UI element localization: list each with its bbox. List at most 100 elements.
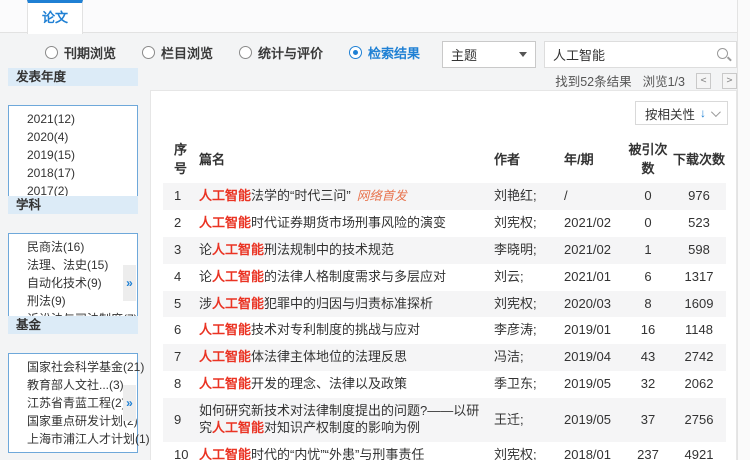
- paper-title-link[interactable]: 人工智能法学的“时代三问”: [199, 188, 351, 203]
- title-text: 体法律主体地位的法理反思: [251, 349, 407, 364]
- search-input[interactable]: [545, 42, 705, 67]
- filter-list: 2021(12)2020(4)2019(15)2018(17)2017(2): [9, 110, 137, 200]
- year-cell: 2019/01: [564, 317, 624, 344]
- author-cell: 刘云;: [494, 264, 564, 291]
- row-number: 9: [163, 398, 199, 442]
- title-text: 论: [199, 242, 212, 257]
- filter-item[interactable]: 2018(17): [9, 164, 137, 182]
- author-cell: 季卫东;: [494, 371, 564, 398]
- paper-title-link[interactable]: 如何研究新技术对法律制度提出的问题?——以研究人工智能对知识产权制度的影响为例: [199, 403, 479, 435]
- paper-title-link[interactable]: 人工智能时代证券期货市场刑事风险的演变: [199, 215, 446, 230]
- filter-item[interactable]: 上海市浦江人才计划(1): [9, 430, 137, 448]
- result-row: 3论人工智能刑法规制中的技术规范李晓明;2021/021598: [163, 237, 726, 264]
- title-cell: 论人工智能刑法规制中的技术规范: [199, 237, 494, 264]
- chevron-down-icon: [519, 52, 527, 57]
- filter-item[interactable]: 江苏省青蓝工程(2): [9, 394, 137, 412]
- title-text: 涉: [199, 296, 212, 311]
- prev-page-button[interactable]: <: [696, 73, 711, 89]
- paper-title-link[interactable]: 人工智能体法律主体地位的法理反思: [199, 349, 407, 364]
- paper-title-link[interactable]: 论人工智能刑法规制中的技术规范: [199, 242, 394, 257]
- radio-circle-icon: [142, 46, 155, 59]
- search-icon[interactable]: [717, 48, 728, 59]
- sort-button[interactable]: 按相关性 ↓: [635, 101, 728, 125]
- row-number: 2: [163, 210, 199, 237]
- page-indicator: 浏览1/3: [643, 71, 685, 90]
- expand-handle[interactable]: »: [123, 385, 136, 421]
- keyword-highlight: 人工智能: [212, 269, 264, 284]
- select-label: 主题: [451, 45, 477, 64]
- title-cell: 人工智能时代证券期货市场刑事风险的演变: [199, 210, 494, 237]
- radio-circle-icon: [239, 46, 252, 59]
- result-row: 8人工智能开发的理念、法律以及政策季卫东;2019/05322062: [163, 371, 726, 398]
- title-cell: 人工智能法学的“时代三问”网络首发: [199, 183, 494, 210]
- result-row: 7人工智能体法律主体地位的法理反思冯洁;2019/04432742: [163, 344, 726, 371]
- author-cell: 刘宪权;: [494, 210, 564, 237]
- title-cell: 论人工智能的法律人格制度需求与多层应对: [199, 264, 494, 291]
- cited-count-cell: 237: [624, 442, 672, 460]
- sort-direction-icon: ↓: [700, 106, 706, 120]
- title-text: 对知识产权制度的影响为例: [264, 420, 420, 435]
- radio-option[interactable]: 检索结果: [349, 43, 420, 62]
- top-tab-bar: 论文: [0, 0, 750, 33]
- filter-item[interactable]: 教育部人文社...(3): [9, 376, 137, 394]
- result-row: 6人工智能技术对专利制度的挑战与应对李彦涛;2019/01161148: [163, 317, 726, 344]
- year-cell: 2020/03: [564, 291, 624, 318]
- filter-item[interactable]: 2020(4): [9, 128, 137, 146]
- keyword-highlight: 人工智能: [199, 349, 251, 364]
- filter-item[interactable]: 法理、法史(15): [9, 256, 137, 274]
- author-cell: 刘艳红;: [494, 183, 564, 210]
- scrollbar-track[interactable]: [737, 0, 750, 460]
- radio-option[interactable]: 统计与评价: [239, 43, 323, 62]
- download-count-cell: 1609: [672, 291, 726, 318]
- result-row: 1人工智能法学的“时代三问”网络首发刘艳红;/0976: [163, 183, 726, 210]
- title-cell: 涉人工智能犯罪中的归因与归责标准探析: [199, 291, 494, 318]
- title-text: 技术对专利制度的挑战与应对: [251, 322, 420, 337]
- paper-title-link[interactable]: 人工智能时代的“内忧”“外患”与刑事责任: [199, 447, 424, 460]
- expand-more-icon: »: [126, 396, 133, 410]
- year-cell: /: [564, 183, 624, 210]
- radio-circle-icon: [45, 46, 58, 59]
- title-cell: 人工智能技术对专利制度的挑战与应对: [199, 317, 494, 344]
- filter-item[interactable]: 自动化技术(9): [9, 274, 137, 292]
- radio-option[interactable]: 栏目浏览: [142, 43, 213, 62]
- paper-title-link[interactable]: 论人工智能的法律人格制度需求与多层应对: [199, 269, 446, 284]
- filter-item[interactable]: 民商法(16): [9, 238, 137, 256]
- chevron-down-icon: [711, 107, 721, 117]
- keyword-highlight: 人工智能: [199, 376, 251, 391]
- section-title: 发表年度: [8, 68, 138, 86]
- filter-list-box: 国家社会科学基金(21)教育部人文社...(3)江苏省青蓝工程(2)国家重点研发…: [8, 353, 138, 453]
- result-row: 9如何研究新技术对法律制度提出的问题?——以研究人工智能对知识产权制度的影响为例…: [163, 398, 726, 442]
- expand-handle[interactable]: »: [123, 265, 136, 301]
- column-header: 作者: [494, 133, 564, 183]
- year-cell: 2021/02: [564, 237, 624, 264]
- author-cell: 冯洁;: [494, 344, 564, 371]
- download-count-cell: 1148: [672, 317, 726, 344]
- filter-item[interactable]: 国家社会科学基金(21): [9, 358, 137, 376]
- tab-papers[interactable]: 论文: [27, 0, 83, 34]
- year-cell: 2019/04: [564, 344, 624, 371]
- results-info-bar: 找到52条结果 浏览1/3 < >: [555, 71, 737, 90]
- row-number: 6: [163, 317, 199, 344]
- filter-item[interactable]: 刑法(9): [9, 292, 137, 310]
- filter-item[interactable]: 2021(12): [9, 110, 137, 128]
- paper-title-link[interactable]: 人工智能技术对专利制度的挑战与应对: [199, 322, 420, 337]
- title-text: 论: [199, 269, 212, 284]
- radio-label: 检索结果: [368, 43, 420, 62]
- result-row: 5涉人工智能犯罪中的归因与归责标准探析刘宪权;2020/0381609: [163, 291, 726, 318]
- filter-list: 民商法(16)法理、法史(15)自动化技术(9)刑法(9)诉讼法与司法制度(7): [9, 238, 137, 328]
- keyword-highlight: 人工智能: [212, 242, 264, 257]
- results-count: 找到52条结果: [555, 71, 631, 90]
- filter-item[interactable]: 2019(15): [9, 146, 137, 164]
- download-count-cell: 976: [672, 183, 726, 210]
- download-count-cell: 598: [672, 237, 726, 264]
- keyword-highlight: 人工智能: [199, 322, 251, 337]
- download-count-cell: 2756: [672, 398, 726, 442]
- paper-title-link[interactable]: 人工智能开发的理念、法律以及政策: [199, 376, 407, 391]
- section-title: 基金: [8, 316, 138, 334]
- filter-item[interactable]: 国家重点研发计划(2): [9, 412, 137, 430]
- next-page-button[interactable]: >: [722, 73, 737, 89]
- paper-title-link[interactable]: 涉人工智能犯罪中的归因与归责标准探析: [199, 296, 433, 311]
- search-box: [544, 41, 737, 68]
- search-field-select[interactable]: 主题: [442, 41, 536, 68]
- radio-option[interactable]: 刊期浏览: [45, 43, 116, 62]
